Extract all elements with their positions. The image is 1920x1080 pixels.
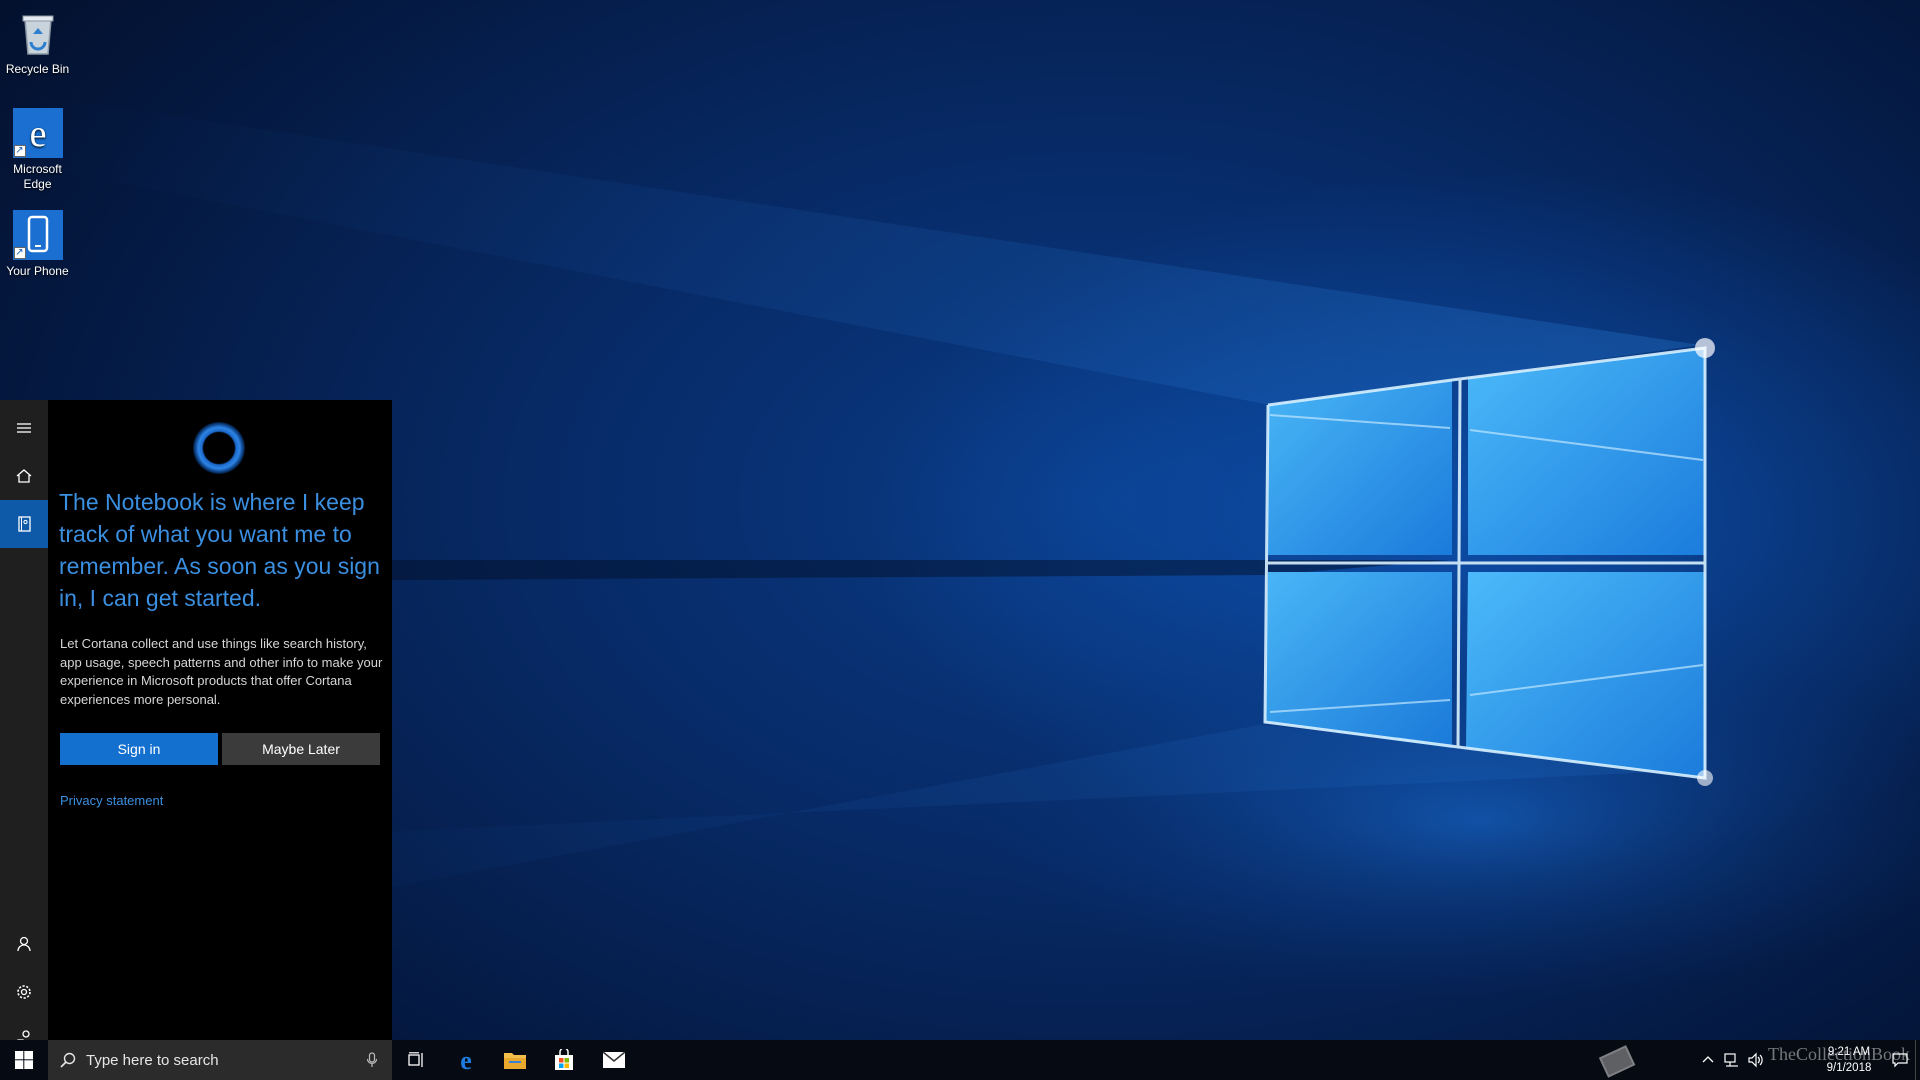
home-button[interactable] — [0, 452, 48, 500]
desktop-icon-label: Recycle Bin — [5, 62, 70, 76]
desktop-icon-your-phone[interactable]: ↗ Your Phone — [0, 210, 75, 279]
phone-icon: ↗ — [12, 210, 63, 260]
mail-icon — [602, 1051, 626, 1068]
volume-icon[interactable] — [1748, 1052, 1764, 1068]
hamburger-menu-button[interactable] — [0, 404, 48, 452]
taskbar-clock[interactable]: 9:21 AM 9/1/2018 — [1814, 1044, 1884, 1076]
windows-logo-icon — [15, 1051, 33, 1069]
privacy-statement-link[interactable]: Privacy statement — [60, 793, 163, 808]
shortcut-arrow-icon: ↗ — [13, 247, 26, 259]
cortana-nav-rail — [0, 400, 48, 1045]
notebook-button[interactable] — [0, 500, 48, 548]
edge-icon: e ↗ — [12, 108, 63, 158]
cortana-content: The Notebook is where I keep track of wh… — [48, 400, 392, 1040]
search-box[interactable]: Type here to search — [48, 1040, 392, 1080]
cortana-description: Let Cortana collect and use things like … — [60, 636, 383, 707]
system-tray: TheCollectionBook 9:21 AM 9/1/2018 — [1598, 1040, 1920, 1080]
notebook-heading: The Notebook is where I keep track of wh… — [59, 489, 380, 611]
svg-text:e: e — [29, 113, 46, 155]
taskbar: Type here to search e TheCollectionBook … — [0, 1040, 1920, 1080]
desktop-icon-label: Your Phone — [6, 264, 69, 278]
hamburger-menu-icon — [17, 423, 31, 433]
chevron-up-icon[interactable] — [1700, 1052, 1716, 1068]
taskbar-store-button[interactable] — [540, 1040, 588, 1080]
task-view-icon — [408, 1052, 423, 1067]
svg-text:e: e — [460, 1048, 472, 1072]
recycle-bin-icon — [13, 8, 63, 58]
account-button[interactable] — [0, 920, 48, 968]
taskbar-mail-button[interactable] — [590, 1040, 638, 1080]
cortana-panel: The Notebook is where I keep track of wh… — [0, 400, 392, 1045]
action-center-icon[interactable] — [1892, 1052, 1908, 1068]
show-desktop-button[interactable] — [1915, 1040, 1920, 1080]
clock-time: 9:21 AM — [1827, 1046, 1871, 1058]
microphone-icon[interactable] — [366, 1052, 378, 1068]
account-icon — [17, 936, 31, 952]
search-placeholder: Type here to search — [86, 1051, 219, 1069]
home-icon — [16, 469, 32, 483]
gear-icon — [17, 985, 31, 999]
sign-in-button[interactable]: Sign in — [60, 733, 218, 765]
taskbar-edge-button[interactable]: e — [442, 1040, 490, 1080]
notebook-icon — [18, 516, 31, 532]
taskbar-file-explorer-button[interactable] — [491, 1040, 539, 1080]
settings-button[interactable] — [0, 968, 48, 1016]
maybe-later-button[interactable]: Maybe Later — [222, 733, 380, 765]
desktop-icon-microsoft-edge[interactable]: e ↗ Microsoft Edge — [0, 108, 75, 192]
cortana-logo-icon — [193, 422, 245, 474]
task-view-button[interactable] — [392, 1040, 440, 1080]
edge-icon: e — [460, 1048, 472, 1072]
clock-date: 9/1/2018 — [1826, 1062, 1872, 1074]
store-icon — [555, 1049, 573, 1070]
desktop-icon-label: Microsoft Edge — [13, 162, 62, 191]
start-button[interactable] — [0, 1040, 48, 1080]
shortcut-arrow-icon: ↗ — [13, 145, 26, 157]
search-icon — [60, 1052, 76, 1068]
network-icon[interactable] — [1724, 1052, 1740, 1068]
book-watermark-icon — [1598, 1045, 1636, 1078]
file-explorer-icon — [504, 1053, 526, 1069]
desktop-icon-recycle-bin[interactable]: Recycle Bin — [0, 8, 75, 77]
